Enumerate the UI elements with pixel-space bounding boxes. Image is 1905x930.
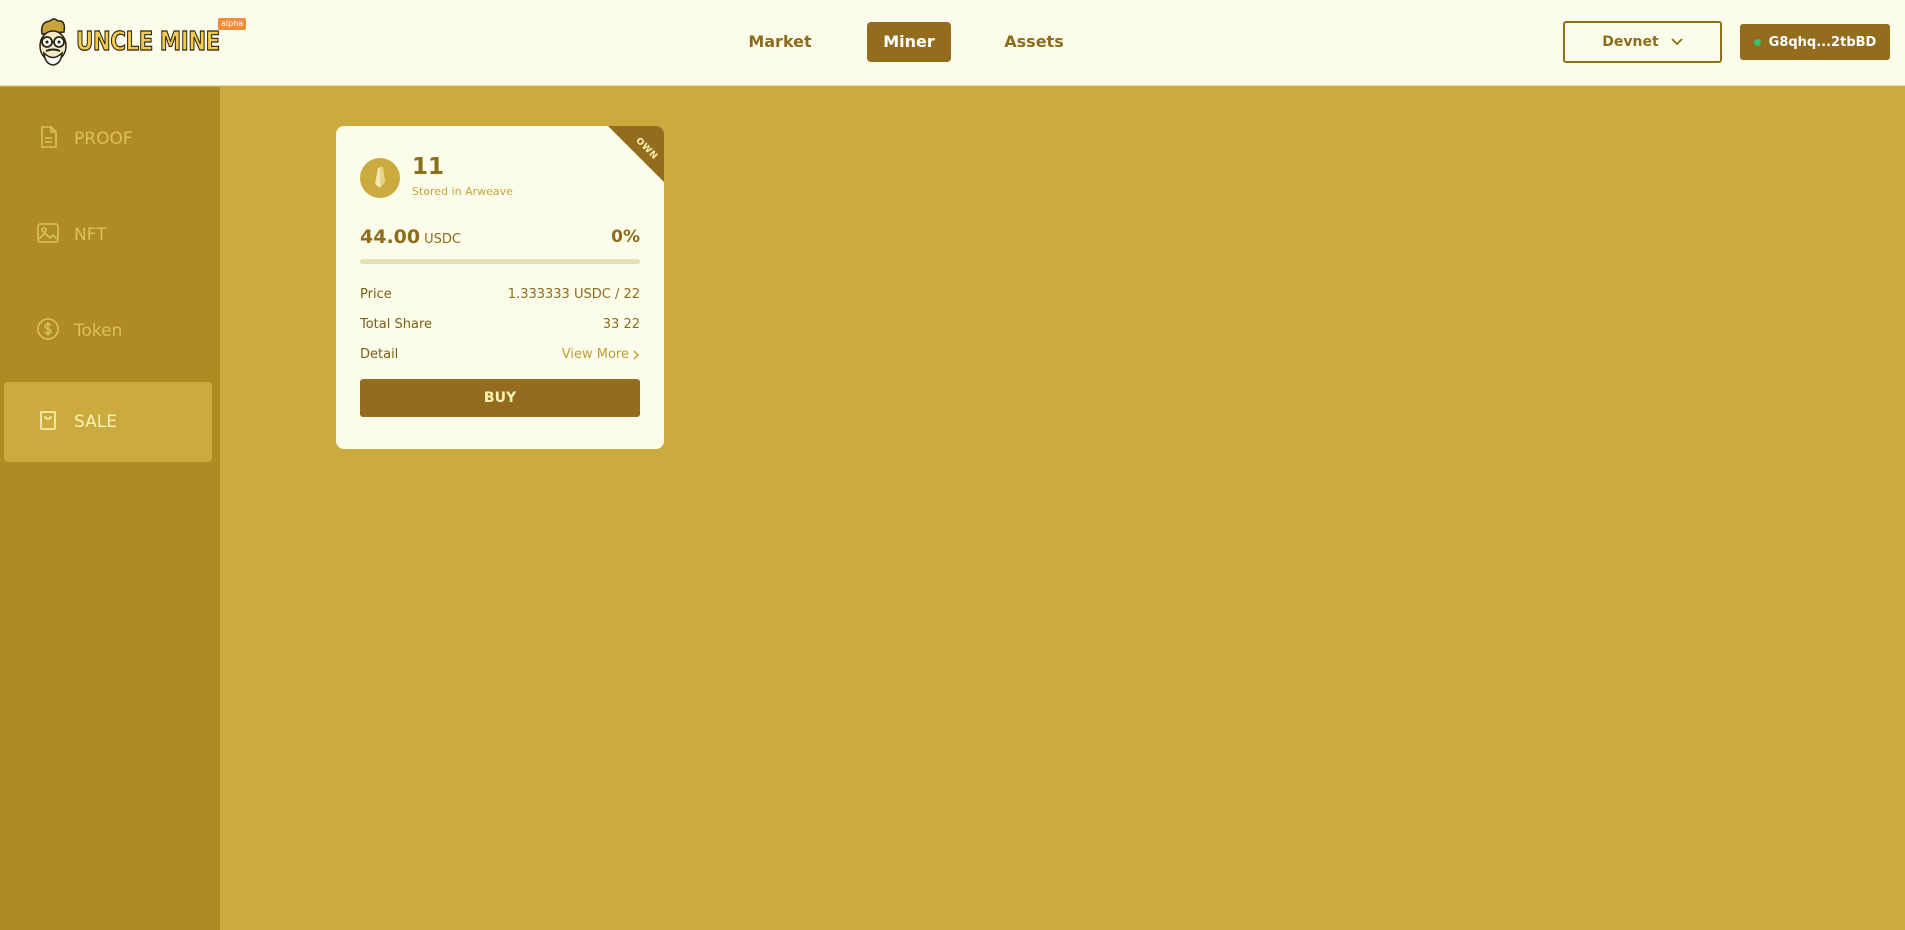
detail-label: Detail	[360, 347, 399, 362]
price-row: Price 1.333333 USDC / 22	[360, 287, 640, 302]
progress-bar	[360, 259, 640, 264]
sidebar-item-nft[interactable]: NFT	[4, 195, 212, 275]
nav-miner[interactable]: Miner	[867, 22, 951, 62]
price-value: 1.333333 USDC / 22	[507, 287, 640, 302]
price-label: Price	[360, 287, 392, 302]
sold-percent: 0%	[611, 227, 640, 247]
asset-id: 11	[412, 154, 445, 180]
total-share-row: Total Share 33 22	[360, 317, 640, 332]
dollar-coin-icon	[36, 317, 60, 346]
sidebar-item-label: Token	[74, 321, 123, 341]
sale-card: OWN 11 Stored in Arweave 44.00 USDC 0% Pr…	[336, 126, 664, 449]
total-share-value: 33 22	[602, 317, 640, 332]
connected-status-icon	[1753, 38, 1761, 46]
sidebar-item-label: SALE	[74, 412, 117, 432]
document-icon	[36, 125, 60, 154]
sidebar-item-token[interactable]: Token	[4, 291, 212, 371]
amount-value: 44.00	[360, 226, 421, 248]
network-label: Devnet	[1602, 34, 1659, 50]
sidebar-item-sale[interactable]: SALE	[4, 382, 212, 462]
top-header: UNCLE MINE alpha Market Miner Assets Dev…	[0, 0, 1905, 86]
sidebar-item-label: PROOF	[74, 129, 133, 149]
sidebar: PROOF NFT Token SALE	[0, 87, 220, 930]
asset-storage: Stored in Arweave	[412, 185, 513, 198]
sale-amount: 44.00 USDC	[360, 226, 461, 248]
sidebar-item-proof[interactable]: PROOF	[4, 99, 212, 179]
asset-coin-icon	[360, 158, 400, 198]
chevron-right-icon	[633, 349, 640, 360]
chevron-down-icon	[1671, 34, 1683, 50]
view-more-link[interactable]: View More	[562, 347, 640, 362]
image-icon	[36, 221, 60, 250]
amount-currency: USDC	[424, 232, 461, 247]
total-share-label: Total Share	[360, 317, 433, 332]
wallet-address: G8qhq...2tbBD	[1768, 34, 1877, 50]
shopping-bag-icon	[36, 408, 60, 437]
wallet-button[interactable]: G8qhq...2tbBD	[1740, 24, 1890, 60]
view-more-label: View More	[561, 347, 629, 362]
nav-market[interactable]: Market	[743, 22, 817, 62]
sidebar-item-label: NFT	[74, 225, 107, 245]
buy-button[interactable]: BUY	[360, 379, 640, 417]
detail-row: Detail View More	[360, 347, 640, 362]
network-select[interactable]: Devnet	[1563, 21, 1722, 63]
nav-assets[interactable]: Assets	[999, 22, 1069, 62]
